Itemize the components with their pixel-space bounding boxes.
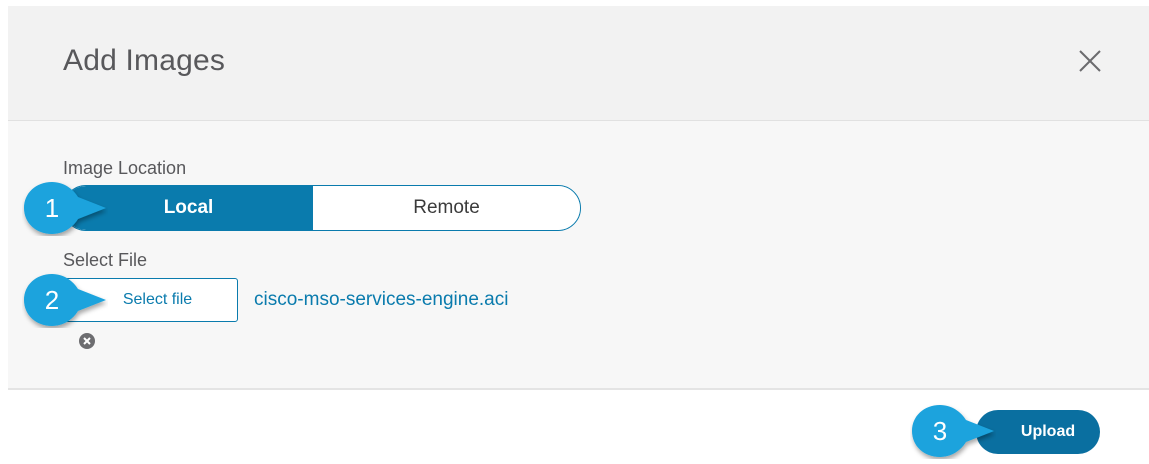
dialog-body: Image Location Local Remote Select File … (8, 121, 1149, 390)
callout-number: 3 (932, 415, 948, 446)
image-location-label: Image Location (63, 158, 187, 178)
callout-number: 2 (44, 284, 60, 315)
image-location-toggle: Local Remote (63, 185, 581, 231)
selected-file-name: cisco-mso-services-engine.aci (254, 289, 509, 310)
dialog-header: Add Images (8, 6, 1149, 121)
close-button[interactable] (1075, 46, 1105, 76)
callout-2: 2 (22, 272, 108, 328)
remove-file-button[interactable] (78, 332, 96, 350)
dialog-title: Add Images (63, 44, 226, 77)
remove-circle-icon (79, 333, 95, 349)
toggle-option-remote[interactable]: Remote (313, 186, 580, 230)
select-file-label: Select File (63, 250, 148, 270)
callout-1: 1 (22, 180, 108, 236)
callout-3: 3 (910, 403, 996, 459)
close-icon (1079, 50, 1101, 72)
add-images-dialog: Add Images Image Location Local Remote S… (8, 6, 1149, 460)
callout-number: 1 (44, 192, 60, 223)
